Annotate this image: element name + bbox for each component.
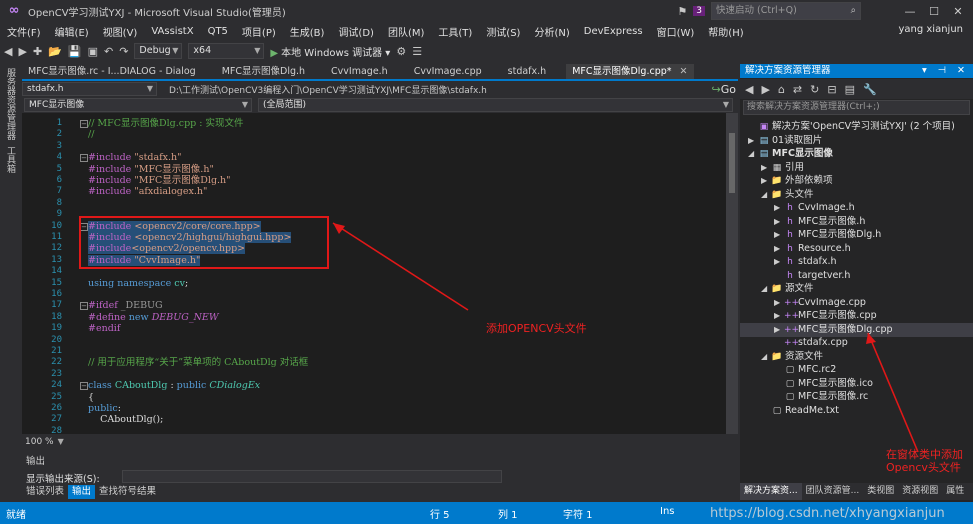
annotation-arrows bbox=[332, 222, 919, 453]
status-line: 行 5 bbox=[430, 510, 450, 521]
editor-arrowhead-icon bbox=[333, 223, 345, 234]
editor-annotation-arrow bbox=[332, 222, 469, 311]
status-char: 字符 1 bbox=[563, 510, 593, 521]
status-column: 列 1 bbox=[498, 510, 518, 521]
status-mode: Ins bbox=[660, 506, 675, 517]
watermark: https://blog.csdn.net/xhyangxianjun bbox=[710, 506, 945, 521]
tree-arrowhead-icon bbox=[866, 333, 876, 344]
status-ready: 就绪 bbox=[6, 510, 26, 521]
tree-annotation-arrow bbox=[867, 332, 919, 453]
